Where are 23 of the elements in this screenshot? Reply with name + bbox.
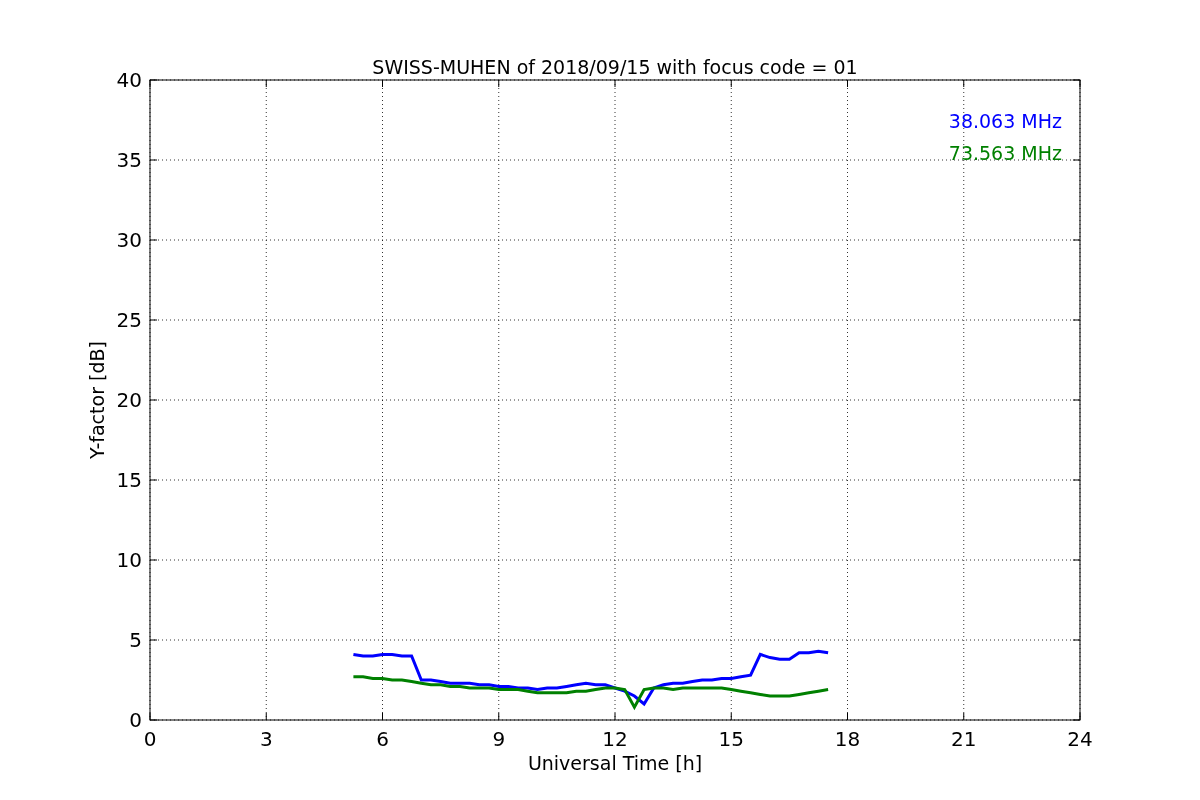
tick-label: 20: [116, 388, 142, 412]
tick-label: 40: [116, 68, 142, 92]
tick-label: 12: [602, 727, 628, 751]
legend-label: 73.563 MHz: [948, 142, 1062, 164]
tick-label: 21: [951, 727, 977, 751]
tick-label: 9: [492, 727, 506, 751]
tick-label: 6: [376, 727, 389, 751]
tick-label: 5: [129, 628, 142, 652]
tick-label: 35: [116, 148, 142, 172]
legend-label: 38.063 MHz: [948, 110, 1062, 132]
tick-label: 15: [718, 727, 744, 751]
tick-label: 18: [834, 727, 861, 751]
chart-title: SWISS-MUHEN of 2018/09/15 with focus code = 01: [372, 56, 858, 78]
tick-label: 0: [143, 727, 157, 751]
axis-label: Universal Time [h]: [527, 752, 703, 774]
axis-label: Y-factor [dB]: [86, 341, 108, 459]
tick-label: 24: [1067, 727, 1093, 751]
tick-label: 30: [116, 228, 142, 252]
tick-label: 15: [116, 468, 142, 492]
tick-label: 10: [116, 548, 142, 572]
tick-label: 0: [129, 708, 142, 732]
tick-label: 3: [259, 727, 273, 751]
tick-label: 25: [116, 308, 142, 332]
